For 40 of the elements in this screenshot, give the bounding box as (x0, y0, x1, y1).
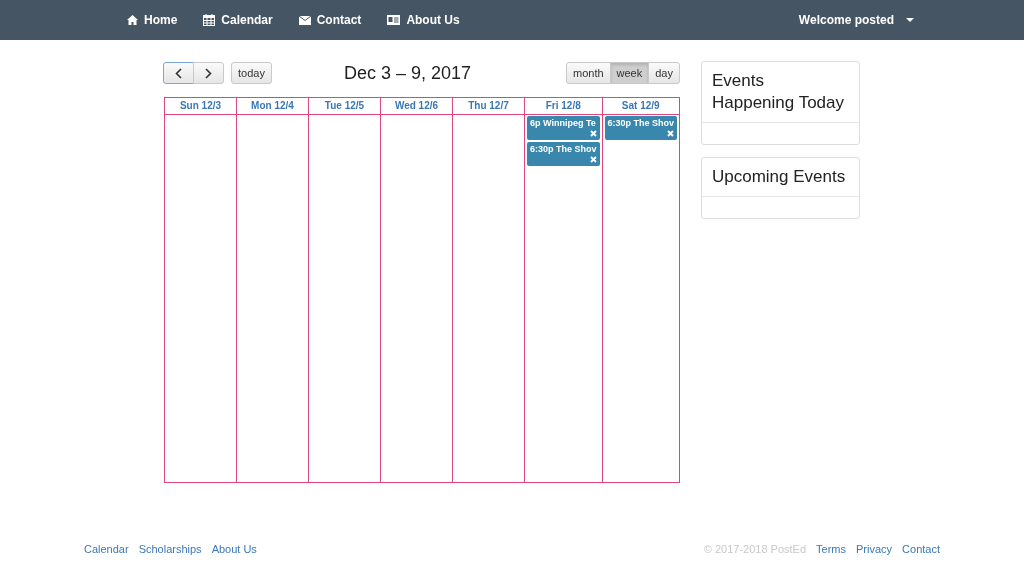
id-card-icon (387, 15, 401, 25)
next-button[interactable] (193, 62, 224, 84)
previous-button[interactable] (163, 62, 194, 84)
close-icon[interactable] (589, 156, 597, 163)
calendar-title: Dec 3 – 9, 2017 (343, 62, 471, 84)
day-header: Wed 12/6 (381, 98, 452, 115)
footer-link[interactable]: Privacy (856, 543, 893, 555)
panel-title: Events Happening Today (702, 62, 859, 123)
day-header: Sun 12/3 (165, 98, 236, 115)
nav-link[interactable]: Contact (298, 13, 362, 27)
view-tab[interactable]: day (648, 62, 680, 84)
chevron-left-icon (175, 67, 182, 79)
today-button[interactable]: today (231, 62, 272, 84)
home-icon (127, 15, 138, 25)
event-block[interactable]: 6p Winnipeg Te (527, 116, 600, 140)
caret-icon (906, 18, 914, 22)
nav-link[interactable]: About Us (387, 13, 460, 27)
day-header: Sat 12/9 (602, 98, 680, 115)
footer-link[interactable]: Terms (816, 543, 846, 555)
envelope-icon (298, 15, 311, 25)
event-block[interactable]: 6:30p The Shov (604, 116, 678, 140)
chevron-right-icon (205, 67, 212, 79)
event-block[interactable]: 6:30p The Shov (527, 142, 600, 166)
day-header: Tue 12/5 (309, 98, 380, 115)
nav-link[interactable]: Calendar (203, 13, 273, 27)
day-header: Thu 12/7 (453, 98, 524, 115)
footer-link[interactable]: About Us (211, 543, 257, 555)
view-tab[interactable]: month (566, 62, 611, 84)
close-icon[interactable] (667, 130, 675, 137)
user-menu[interactable]: Welcome posted (798, 13, 914, 27)
panel-title: Upcoming Events (702, 158, 859, 197)
view-tab[interactable]: week (609, 62, 650, 84)
calendar-icon (203, 14, 216, 26)
day-header: Mon 12/4 (237, 98, 308, 115)
footer-link[interactable]: Scholarships (138, 543, 202, 555)
day-header: Fri 12/8 (525, 98, 602, 115)
footer-link[interactable]: Calendar (84, 543, 129, 555)
footer-link[interactable]: Contact (902, 543, 940, 555)
nav-link[interactable]: Home (127, 13, 178, 27)
close-icon[interactable] (589, 130, 597, 137)
